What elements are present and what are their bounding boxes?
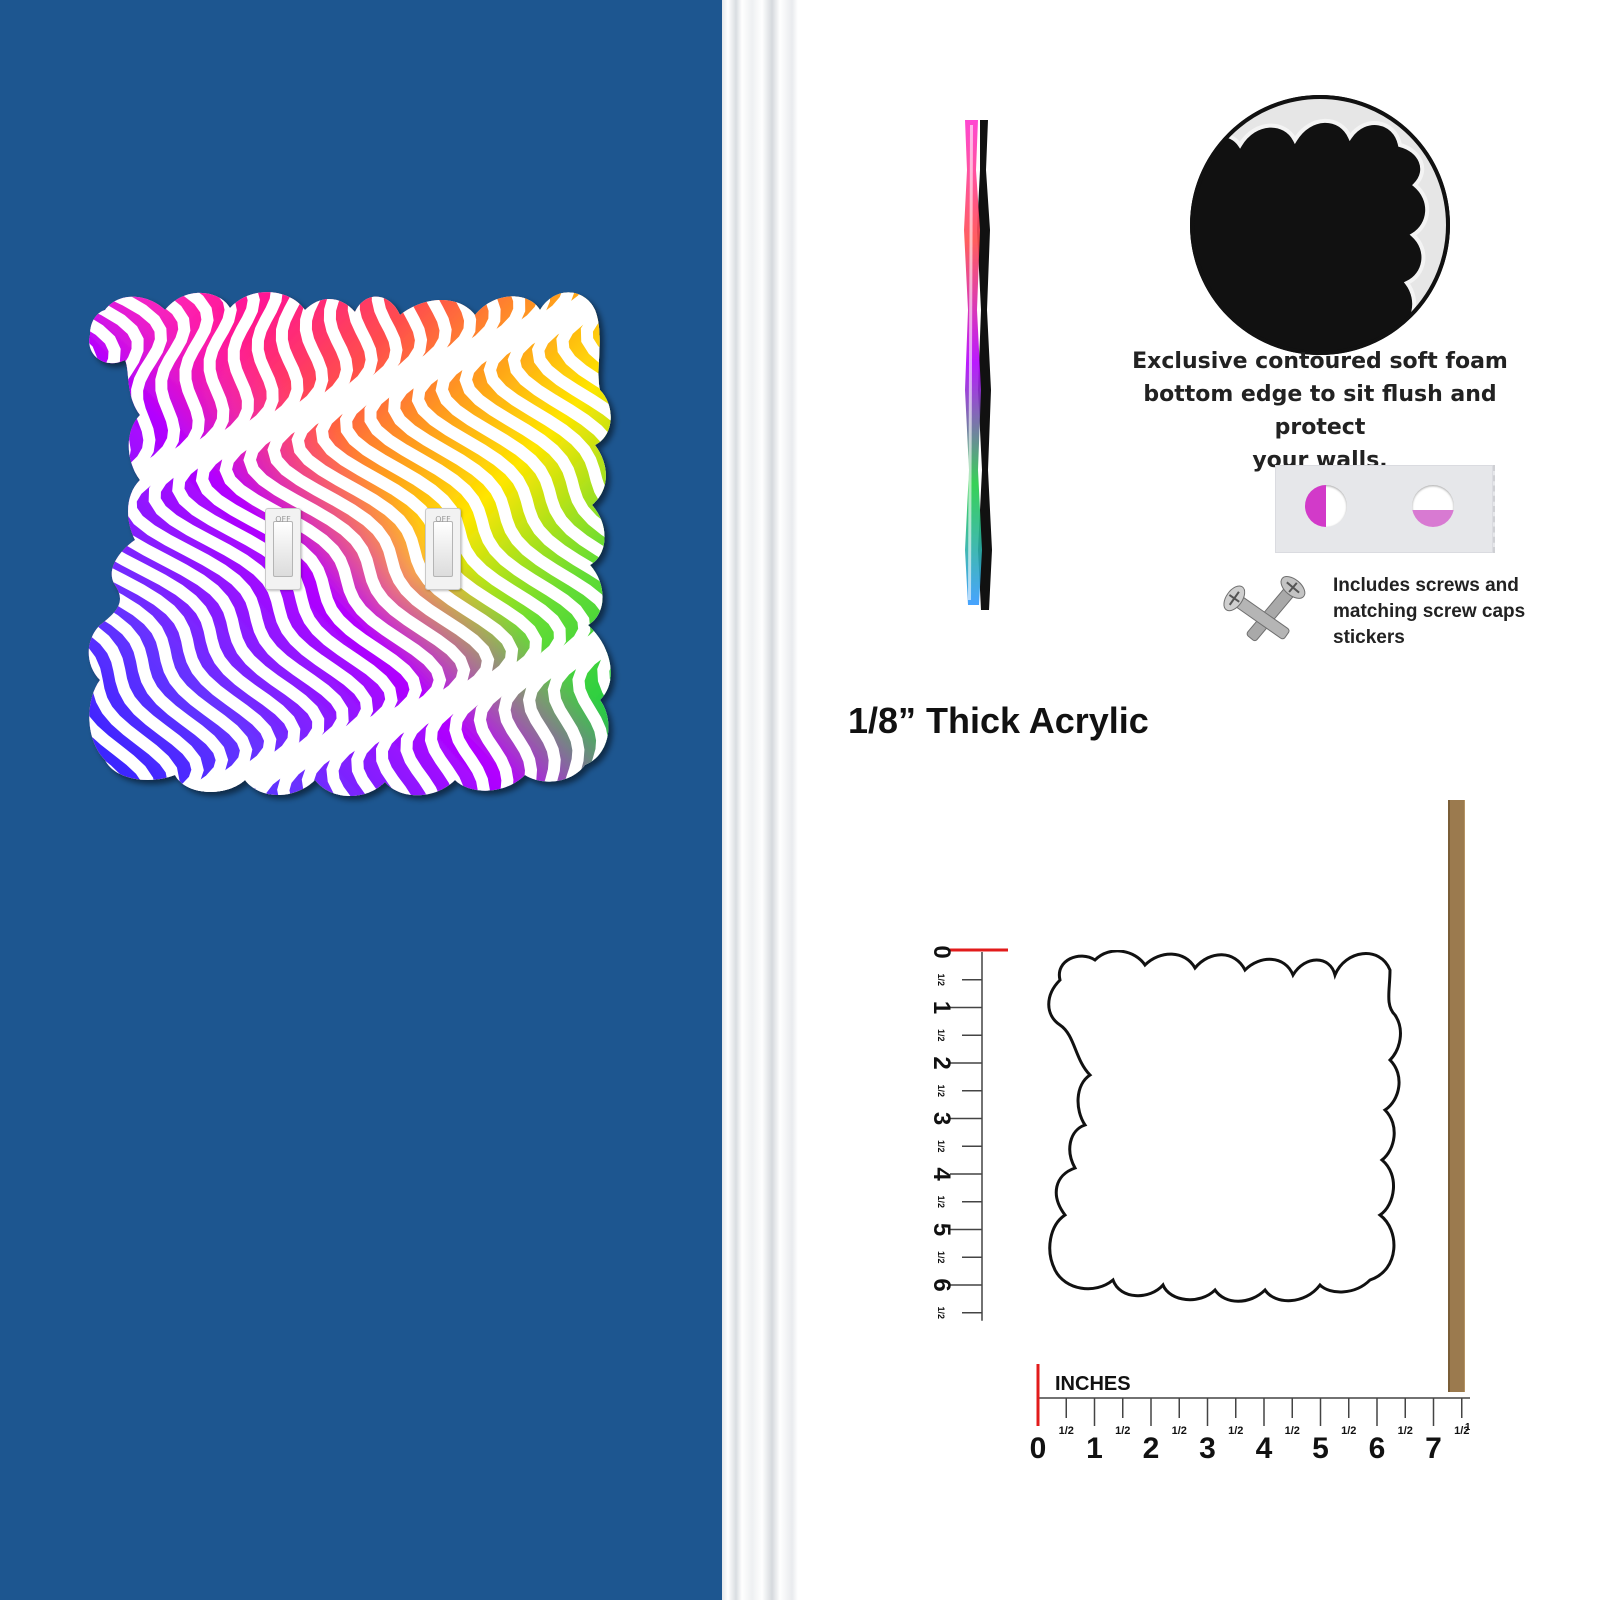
toggle-switch-left[interactable]: OFF [265, 508, 301, 590]
caption-line: matching screw caps [1333, 601, 1526, 622]
screw-cap-sticker [1412, 485, 1454, 527]
ruler-label: 0 [928, 945, 955, 958]
plate-edge-side-view [964, 120, 992, 610]
switch-lever[interactable] [273, 521, 293, 577]
screws-caption: Includes screws and matching screw caps … [1333, 573, 1593, 651]
ruler-label: 1 [928, 1001, 955, 1014]
thickness-label: 1/8” Thick Acrylic [848, 700, 1149, 741]
screw-cap-sticker-sheet [1275, 465, 1495, 553]
ruler-label: 2 [928, 1056, 955, 1069]
ruler-half-label: 1/2 [936, 1306, 946, 1319]
foam-edge-closeup [1190, 95, 1450, 355]
brown-edge-strip [1448, 800, 1465, 1392]
caption-line: bottom edge to sit flush and protect [1143, 382, 1497, 440]
caption-line: stickers [1333, 627, 1405, 648]
ruler-half-label: 1/2 [936, 973, 946, 986]
ruler-label: 1 [1086, 1432, 1103, 1465]
ruler-trailing-label: 1 [1465, 1422, 1470, 1433]
ruler-half-label: 1/2 [936, 1140, 946, 1153]
ruler-half-label: 1/2 [1341, 1425, 1356, 1437]
ruler-half-label: 1/2 [1398, 1425, 1413, 1437]
caption-line: Includes screws and [1333, 575, 1519, 596]
ruler-half-label: 1/2 [936, 1084, 946, 1097]
wall-trim-molding [722, 0, 798, 1600]
white-stripe [604, 292, 611, 797]
ruler-label: 4 [1256, 1432, 1273, 1465]
units-label: INCHES [1055, 1373, 1131, 1395]
ruler-label: 0 [1030, 1432, 1046, 1465]
rainbow-switch-plate [88, 280, 640, 860]
ruler-label: 5 [928, 1223, 955, 1236]
screws-icon [1223, 576, 1306, 642]
wavy-stripe-pattern [88, 280, 640, 860]
white-stripe [635, 280, 640, 860]
screw-cap-sticker [1305, 485, 1347, 527]
foam-edge-caption: Exclusive contoured soft foam bottom edg… [1095, 345, 1545, 477]
plate-outline-diagram [1047, 950, 1402, 1303]
ruler-half-label: 1/2 [1115, 1425, 1130, 1437]
ruler-label: 3 [1199, 1432, 1216, 1465]
ruler-half-label: 1/2 [936, 1029, 946, 1042]
ruler-half-label: 1/2 [936, 1251, 946, 1264]
switch-off-label: OFF [435, 515, 451, 524]
ruler-half-label: 1/2 [936, 1195, 946, 1208]
ruler-half-label: 1/2 [1285, 1425, 1300, 1437]
ruler-half-label: 1/2 [1059, 1425, 1074, 1437]
switch-lever[interactable] [433, 521, 453, 577]
ruler-label: 5 [1312, 1432, 1329, 1465]
ruler-half-label: 1/2 [1228, 1425, 1243, 1437]
ruler-label: 2 [1143, 1432, 1160, 1465]
ruler-label: 6 [928, 1278, 955, 1291]
caption-line: Exclusive contoured soft foam [1132, 349, 1508, 374]
switch-off-label: OFF [275, 515, 291, 524]
ruler-label: 4 [928, 1167, 955, 1181]
ruler-label: 7 [1425, 1432, 1442, 1465]
toggle-switch-right[interactable]: OFF [425, 508, 461, 590]
ruler-label: 3 [928, 1112, 955, 1125]
white-stripe [88, 292, 106, 797]
ruler-label: 6 [1369, 1432, 1386, 1465]
vertical-ruler: 0 1/2 1 1/2 2 1/2 3 1/2 4 1/2 5 1/2 6 1/2 [928, 945, 1008, 1321]
ruler-half-label: 1/2 [1172, 1425, 1187, 1437]
